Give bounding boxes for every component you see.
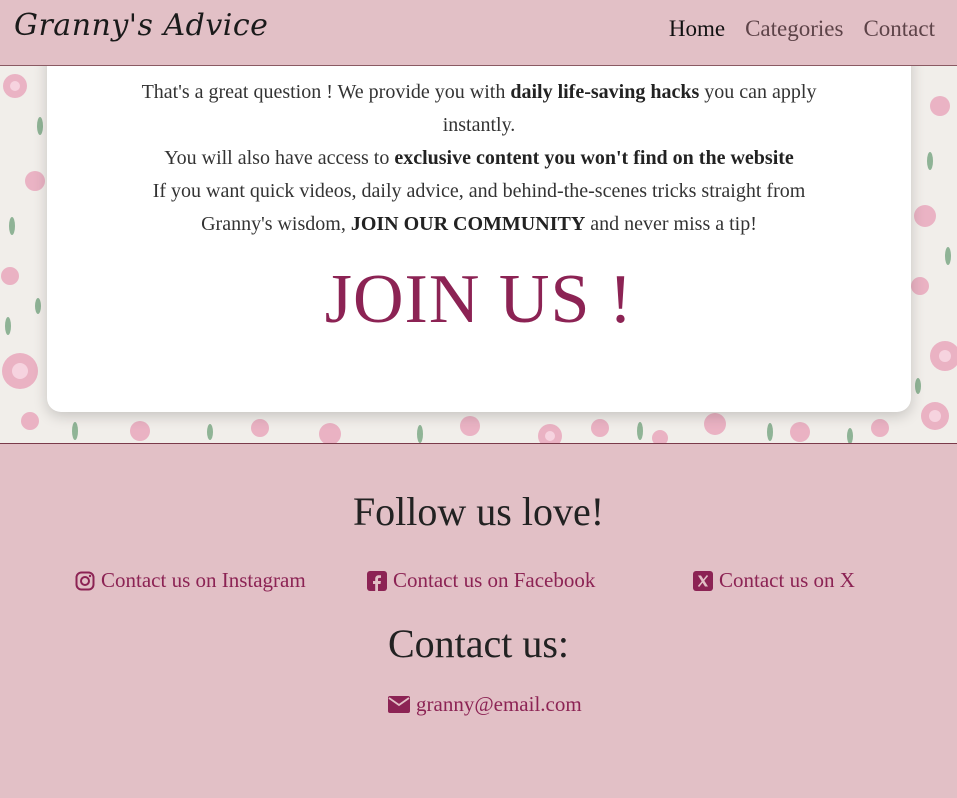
- navbar: Granny's Advice Home Categories Contact: [0, 0, 957, 66]
- nav-contact[interactable]: Contact: [863, 16, 935, 42]
- text: That's a great question ! We provide you…: [141, 81, 511, 103]
- email-text: granny@email.com: [416, 692, 582, 716]
- instagram-link[interactable]: Contact us on Instagram: [75, 568, 306, 593]
- instagram-icon: [75, 571, 95, 590]
- facebook-link[interactable]: Contact us on Facebook: [367, 568, 595, 593]
- card-paragraph-3: If you want quick videos, daily advice, …: [137, 175, 821, 241]
- highlight-hacks: daily life-saving hacks: [510, 81, 700, 103]
- follow-title: Follow us love!: [352, 489, 605, 534]
- card-paragraph-2: You will also have access to exclusive c…: [137, 142, 821, 175]
- brand-logo[interactable]: Granny's Advice: [14, 8, 268, 43]
- info-card: That's a great question ! We provide you…: [47, 66, 911, 412]
- contact-title: Contact us:: [387, 621, 570, 666]
- text: and never miss a tip!: [585, 213, 757, 235]
- facebook-label: Contact us on Facebook: [393, 568, 596, 592]
- floral-hero: That's a great question ! We provide you…: [0, 66, 957, 444]
- text: You will also have access to: [164, 147, 395, 169]
- email-link[interactable]: granny@email.com: [388, 692, 582, 717]
- nav-links: Home Categories Contact: [669, 16, 935, 42]
- envelope-icon: [388, 696, 410, 713]
- nav-categories[interactable]: Categories: [745, 16, 843, 42]
- facebook-icon: [367, 570, 387, 591]
- footer: Follow us love! Contact us on Instagram …: [0, 444, 957, 798]
- instagram-label: Contact us on Instagram: [101, 568, 306, 592]
- highlight-community: JOIN OUR COMMUNITY: [350, 213, 586, 235]
- x-link[interactable]: Contact us on X: [693, 568, 855, 593]
- clipped-heading: [47, 66, 911, 76]
- join-us-link[interactable]: JOIN US !: [47, 260, 911, 340]
- highlight-exclusive: exclusive content you won't find on the …: [394, 147, 794, 169]
- x-icon: [693, 570, 713, 591]
- card-paragraph-1: That's a great question ! We provide you…: [137, 76, 821, 142]
- x-label: Contact us on X: [719, 568, 855, 592]
- nav-home[interactable]: Home: [669, 16, 725, 42]
